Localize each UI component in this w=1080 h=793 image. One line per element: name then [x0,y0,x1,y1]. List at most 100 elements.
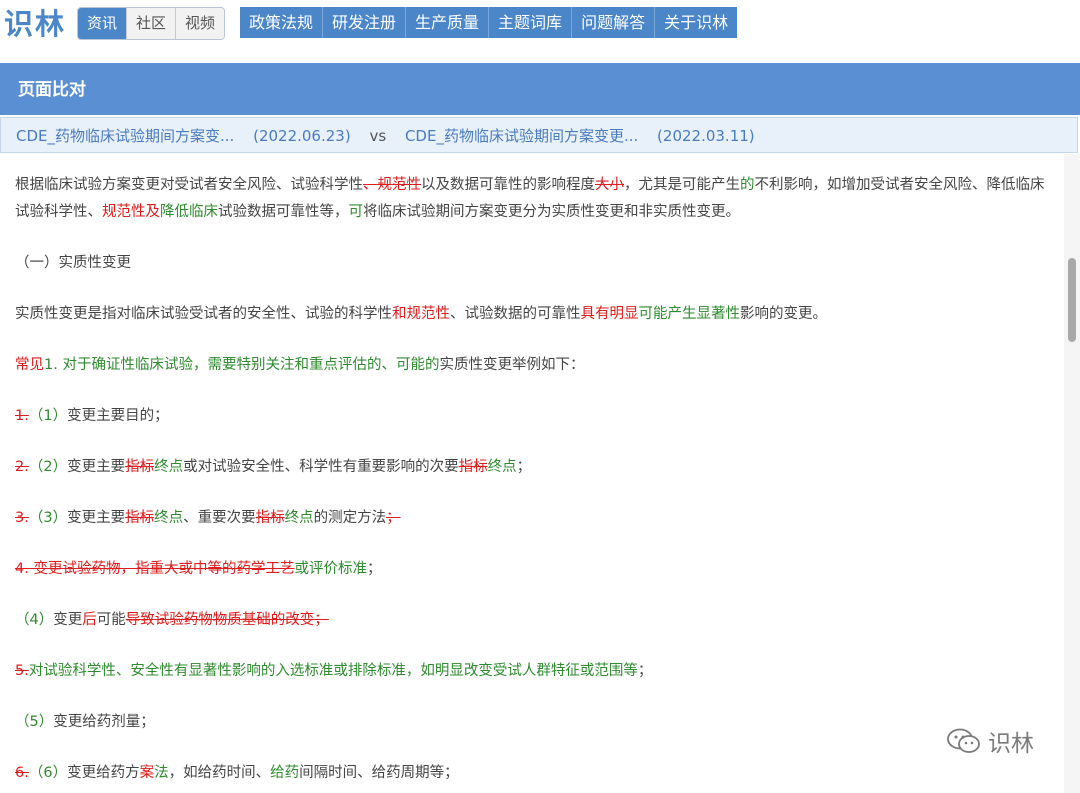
unchanged-text: 变更主要目的； [67,408,169,424]
diff-paragraph: （4）变更后可能导致试验药物物质基础的改变； [15,607,1048,634]
inserted-text: 法 [154,765,169,781]
tab-community[interactable]: 社区 [127,8,176,39]
inserted-text: （5） [15,714,54,730]
unchanged-text: 变更 [53,612,83,628]
deleted-text: 4. 变更试验药物，指重大或中等的药学工艺 [15,561,295,577]
inserted-text: 降低临床 [160,204,218,220]
nav-qa[interactable]: 问题解答 [572,7,656,38]
panel-title: 页面比对 [0,63,1080,115]
diff-paragraph: 3.（3）变更主要指标终点、重要次要指标终点的测定方法； [15,505,1048,532]
deleted-text: 导致试验药物物质基础的改变； [125,612,329,628]
changed-text: 常见 [15,357,44,373]
changed-text: 后 [82,612,97,628]
changed-text: 和规范性 [392,306,450,322]
diff-paragraph: 4. 变更试验药物，指重大或中等的药学工艺或评价标准； [15,556,1048,583]
unchanged-text: ； [516,459,532,475]
inserted-text: 或评价标准 [294,561,367,577]
unchanged-text: ； [366,561,382,577]
inserted-text: （6） [28,765,68,781]
deleted-text: 2. [15,459,29,475]
diff-paragraph: 1.（1）变更主要目的； [15,403,1048,430]
right-document-date: (2022.03.11) [657,127,755,145]
channel-tabs: 资讯 社区 视频 [77,7,225,40]
unchanged-text: 以及数据可靠性的影响程度 [421,177,595,193]
unchanged-text: 或对试验安全性、科学性有重要影响的次要 [183,459,459,475]
deleted-text: ； [386,510,401,526]
diff-paragraph: 2.（2）变更主要指标终点或对试验安全性、科学性有重要影响的次要指标终点； [15,454,1048,481]
diff-paragraph: 5.对试验科学性、安全性有显著性影响的入选标准或排除标准，如明显改变受试人群特征… [15,658,1048,685]
unchanged-text: 可能 [96,612,126,628]
vertical-scrollbar[interactable] [1064,154,1080,793]
unchanged-text: 变更主要 [67,510,126,526]
diff-paragraph: 根据临床试验方案变更对受试者安全风险、试验科学性、规范性以及数据可靠性的影响程度… [15,172,1048,226]
inserted-text: 给药 [270,765,300,781]
changed-text: 规范性及 [102,204,160,220]
nav-rd-registration[interactable]: 研发注册 [323,7,407,38]
tab-news[interactable]: 资讯 [78,8,127,39]
inserted-text: 终点 [284,510,314,526]
tab-video[interactable]: 视频 [176,8,224,39]
left-document-date: (2022.06.23) [253,127,351,145]
watermark: 识林 [946,724,1034,758]
nav-production-quality[interactable]: 生产质量 [406,7,490,38]
vs-label: vs [369,127,387,145]
main-nav: 政策法规 研发注册 生产质量 主题词库 问题解答 关于识林 [240,7,738,38]
unchanged-text: 、重要次要 [183,510,256,526]
inserted-text: 终点 [154,459,184,475]
unchanged-text: 实质性变更举例如下： [439,357,585,373]
diff-paragraph: 6.（6）变更给药方案法，如给药时间、给药间隔时间、给药周期等； [15,760,1048,787]
inserted-text: （3） [28,510,68,526]
unchanged-text: 影响的变更。 [740,306,827,322]
unchanged-text: 变更给药方 [67,765,140,781]
deleted-text: 1. [15,408,29,424]
diff-paragraph: （一）实质性变更 [15,250,1048,277]
deleted-text: 指标 [125,459,155,475]
left-document-link[interactable]: CDE_药物临床试验期间方案变... [16,127,234,145]
unchanged-text: 的测定方法 [313,510,387,526]
deleted-text: 指标 [125,510,155,526]
deleted-text: 3. [15,510,29,526]
deleted-text: 大小 [595,177,624,193]
deleted-text: 5. [15,663,29,679]
unchanged-text: 根据临床试验方案变更对受试者安全风险、试验科学性 [15,177,363,193]
diff-content[interactable]: 根据临床试验方案变更对受试者安全风险、试验科学性、规范性以及数据可靠性的影响程度… [0,154,1064,793]
nav-policy-regulations[interactable]: 政策法规 [240,7,324,38]
unchanged-text: ； [637,663,653,679]
scrollbar-thumb[interactable] [1068,258,1076,342]
deleted-text: 指标 [458,459,488,475]
inserted-text: 终点 [487,459,517,475]
diff-paragraph: 实质性变更是指对临床试验受试者的安全性、试验的科学性和规范性、试验数据的可靠性具… [15,301,1048,328]
diff-paragraph: 常见1. 对于确证性临床试验，需要特别关注和重点评估的、可能的实质性变更举例如下… [15,352,1048,379]
site-logo[interactable]: 识林 [4,4,66,44]
inserted-text: 可能产生显著性 [638,306,741,322]
unchanged-text: 变更给药剂量； [53,714,155,730]
unchanged-text: 实质性变更是指对临床试验受试者的安全性、试验的科学性 [15,306,392,322]
unchanged-text: ，如给药时间、 [168,765,271,781]
unchanged-text: 变更主要 [67,459,126,475]
unchanged-text: （一）实质性变更 [15,255,131,271]
inserted-text: 的 [740,177,755,193]
deleted-text: 指标 [255,510,285,526]
inserted-text: 1. 对于确证性临床试验，需要特别关注和重点评估的、可能的 [44,357,440,373]
inserted-text: 对试验科学性、安全性有显著性影响的入选标准或排除标准，如明显改变受试人群特征或范… [28,663,638,679]
inserted-text: 可 [348,204,364,220]
inserted-text: （2） [28,459,68,475]
inserted-text: （1） [28,408,68,424]
watermark-text: 识林 [988,731,1034,757]
nav-topic-glossary[interactable]: 主题词库 [489,7,573,38]
inserted-text: （4） [15,612,54,628]
right-document-link[interactable]: CDE_药物临床试验期间方案变更... [405,127,638,145]
compare-bar: CDE_药物临床试验期间方案变... (2022.06.23) vs CDE_药… [0,117,1078,153]
changed-text: 案 [139,765,155,781]
deleted-text: 、规范性 [363,177,421,193]
diff-paragraph: （5）变更给药剂量； [15,709,1048,736]
unchanged-text: 试验数据可靠性等， [218,204,349,220]
unchanged-text: 将临床试验期间方案变更分为实质性变更和非实质性变更。 [363,204,740,220]
top-bar: 识林 资讯 社区 视频 政策法规 研发注册 生产质量 主题词库 问题解答 关于识… [0,0,1080,52]
changed-text: 具有明显 [580,306,639,322]
inserted-text: 终点 [154,510,184,526]
nav-about[interactable]: 关于识林 [655,7,737,38]
deleted-text: 6. [15,765,29,781]
wechat-icon [947,728,980,753]
unchanged-text: 间隔时间、给药周期等； [299,765,459,781]
